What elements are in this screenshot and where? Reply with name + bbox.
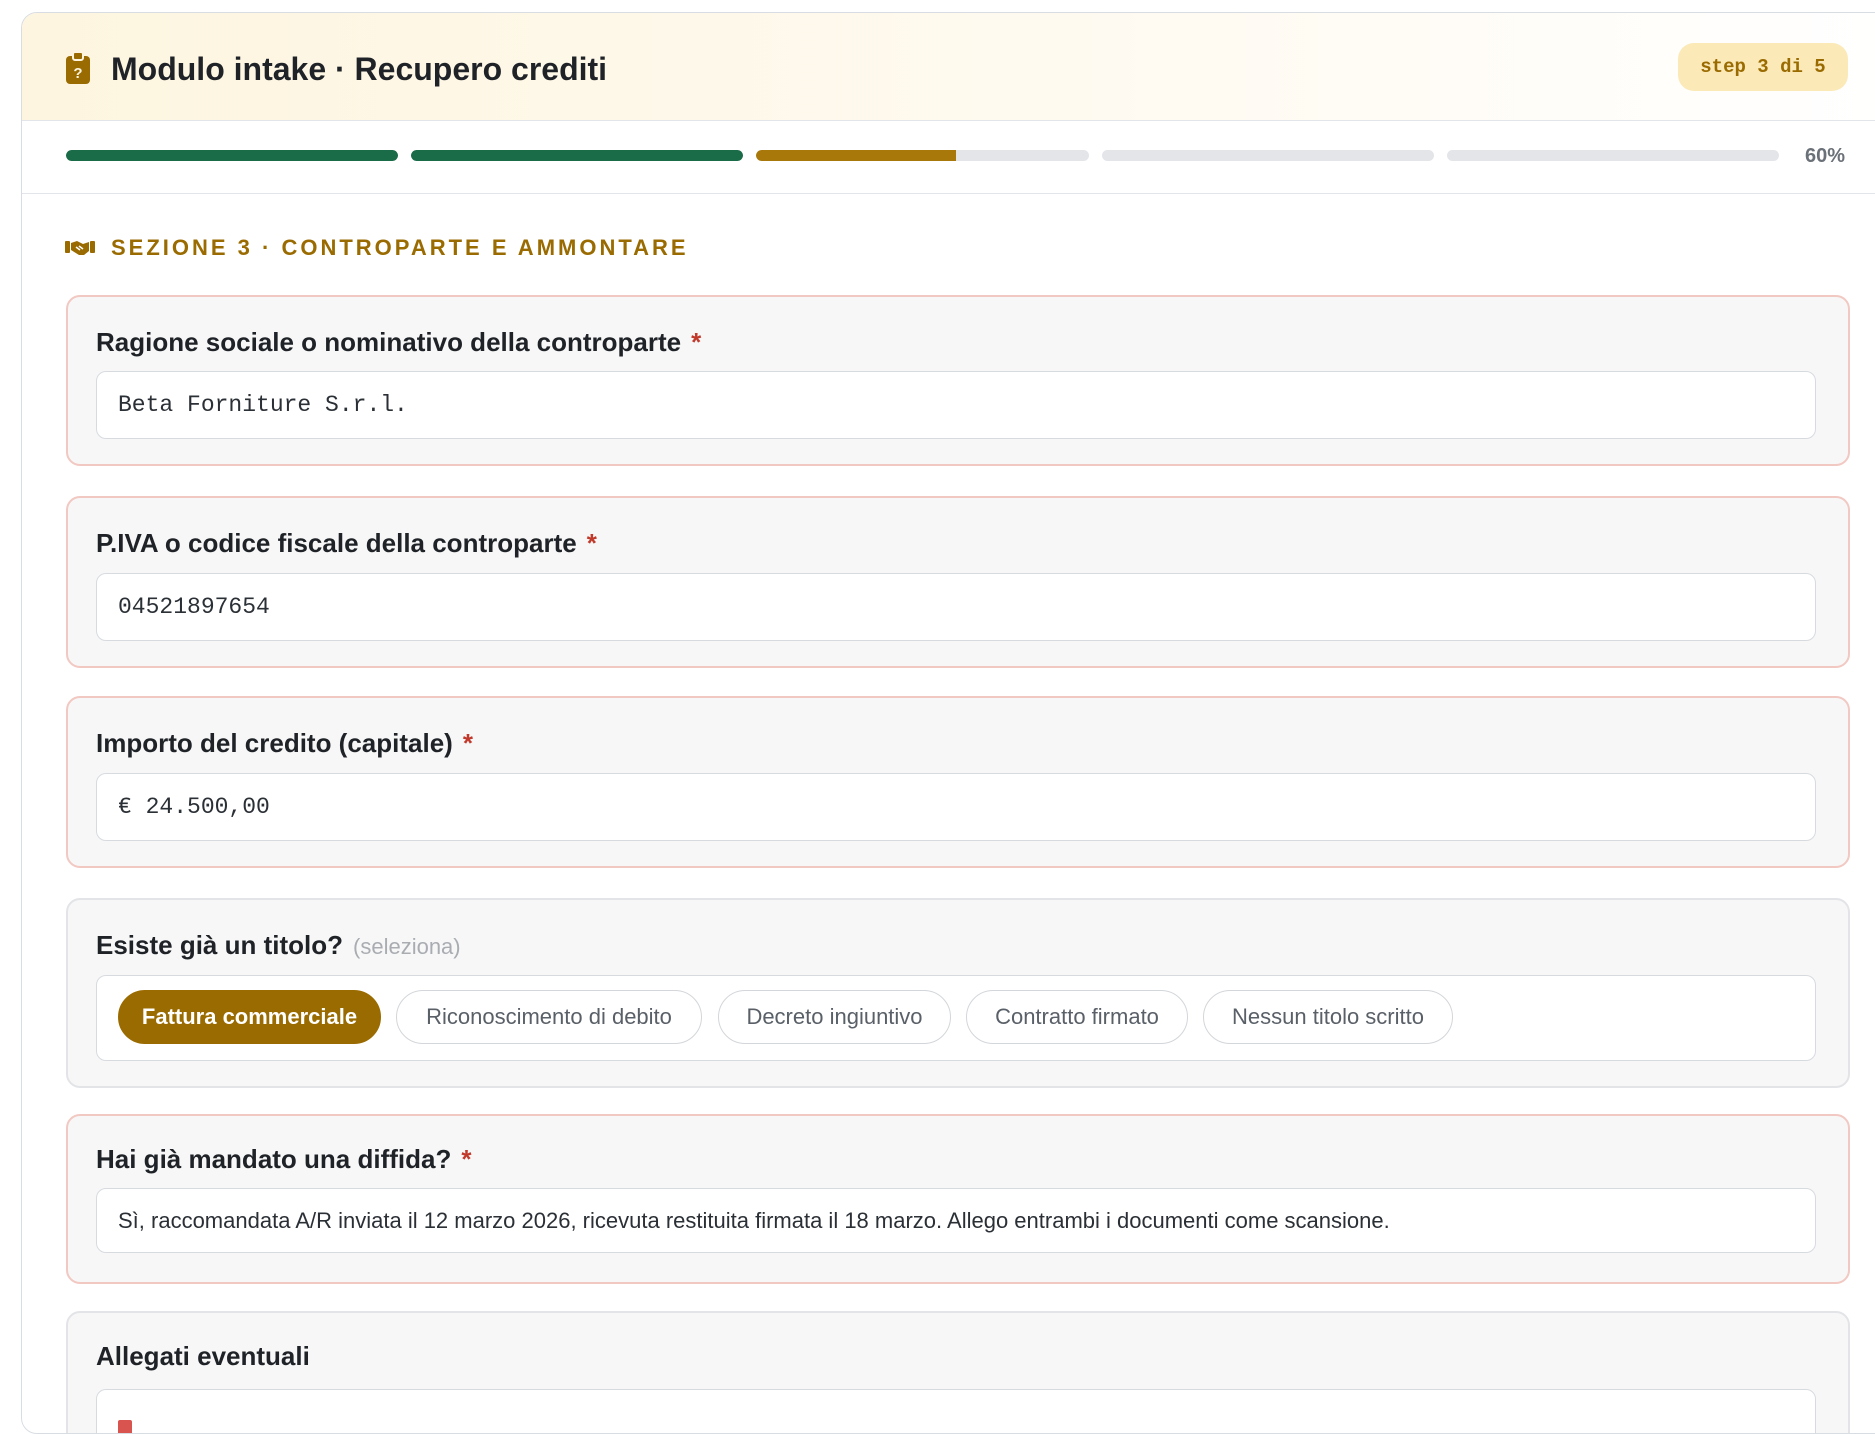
title-options-group: Fattura commerciale Riconoscimento di de… <box>96 975 1816 1061</box>
amount-field: Importo del credito (capitale) * € 24.500… <box>66 696 1850 868</box>
intake-form-card: ? Modulo intake · Recupero crediti step … <box>21 12 1875 1434</box>
clipboard-question-icon: ? <box>66 51 90 84</box>
option-nessun-titolo-scritto[interactable]: Nessun titolo scritto <box>1203 990 1453 1044</box>
amount-label: Importo del credito (capitale) * <box>96 728 473 758</box>
section-header: SEZIONE 3 · CONTROPARTE E AMMONTARE <box>65 235 689 261</box>
form-header: ? Modulo intake · Recupero crediti step … <box>22 13 1875 121</box>
required-asterisk: * <box>462 728 473 758</box>
required-asterisk: * <box>586 528 597 558</box>
option-decreto-ingiuntivo[interactable]: Decreto ingiuntivo <box>718 990 951 1044</box>
counterparty-name-field: Ragione sociale o nominativo della contr… <box>66 295 1850 466</box>
progress-percent: 60% <box>1805 145 1846 167</box>
vat-code-input[interactable]: 04521897654 <box>96 573 1816 641</box>
progress-segment-1 <box>66 150 398 161</box>
section-title: SEZIONE 3 · CONTROPARTE E AMMONTARE <box>111 235 689 260</box>
progress-segment-4 <box>1102 150 1434 161</box>
attachments-dropzone[interactable] <box>96 1389 1816 1433</box>
amount-input[interactable]: € 24.500,00 <box>96 773 1816 841</box>
required-asterisk: * <box>691 327 702 357</box>
step-badge: step 3 di 5 <box>1678 43 1848 91</box>
counterparty-name-label: Ragione sociale o nominativo della contr… <box>96 327 702 357</box>
form-title: Modulo intake · Recupero crediti <box>111 51 608 87</box>
svg-text:?: ? <box>73 65 82 82</box>
handshake-icon <box>65 241 95 255</box>
title-exists-field: Esiste già un titolo? (seleziona) Fattura… <box>66 898 1850 1088</box>
attachments-label: Allegati eventuali <box>96 1341 310 1371</box>
select-hint: (seleziona) <box>353 934 461 959</box>
vat-code-label: P.IVA o codice fiscale della controparte… <box>96 528 597 558</box>
title-exists-label: Esiste già un titolo? (seleziona) <box>96 930 461 960</box>
option-contratto-firmato[interactable]: Contratto firmato <box>966 990 1188 1044</box>
option-fattura-commerciale[interactable]: Fattura commerciale <box>118 990 381 1044</box>
warning-sent-label: Hai già mandato una diffida? * <box>96 1144 472 1174</box>
file-icon <box>118 1420 132 1433</box>
warning-sent-input[interactable]: Sì, raccomandata A/R inviata il 12 marzo… <box>96 1188 1816 1253</box>
progress-bar: 60% <box>22 121 1875 194</box>
attachments-field: Allegati eventuali <box>66 1311 1850 1433</box>
required-asterisk: * <box>461 1144 472 1174</box>
progress-segment-5 <box>1447 150 1779 161</box>
option-riconoscimento-di-debito[interactable]: Riconoscimento di debito <box>396 990 702 1044</box>
progress-segment-3 <box>756 150 1089 161</box>
counterparty-name-input[interactable]: Beta Forniture S.r.l. <box>96 371 1816 439</box>
progress-segment-2 <box>411 150 743 161</box>
vat-code-field: P.IVA o codice fiscale della controparte… <box>66 496 1850 668</box>
warning-sent-field: Hai già mandato una diffida? * Sì, raccom… <box>66 1114 1850 1284</box>
